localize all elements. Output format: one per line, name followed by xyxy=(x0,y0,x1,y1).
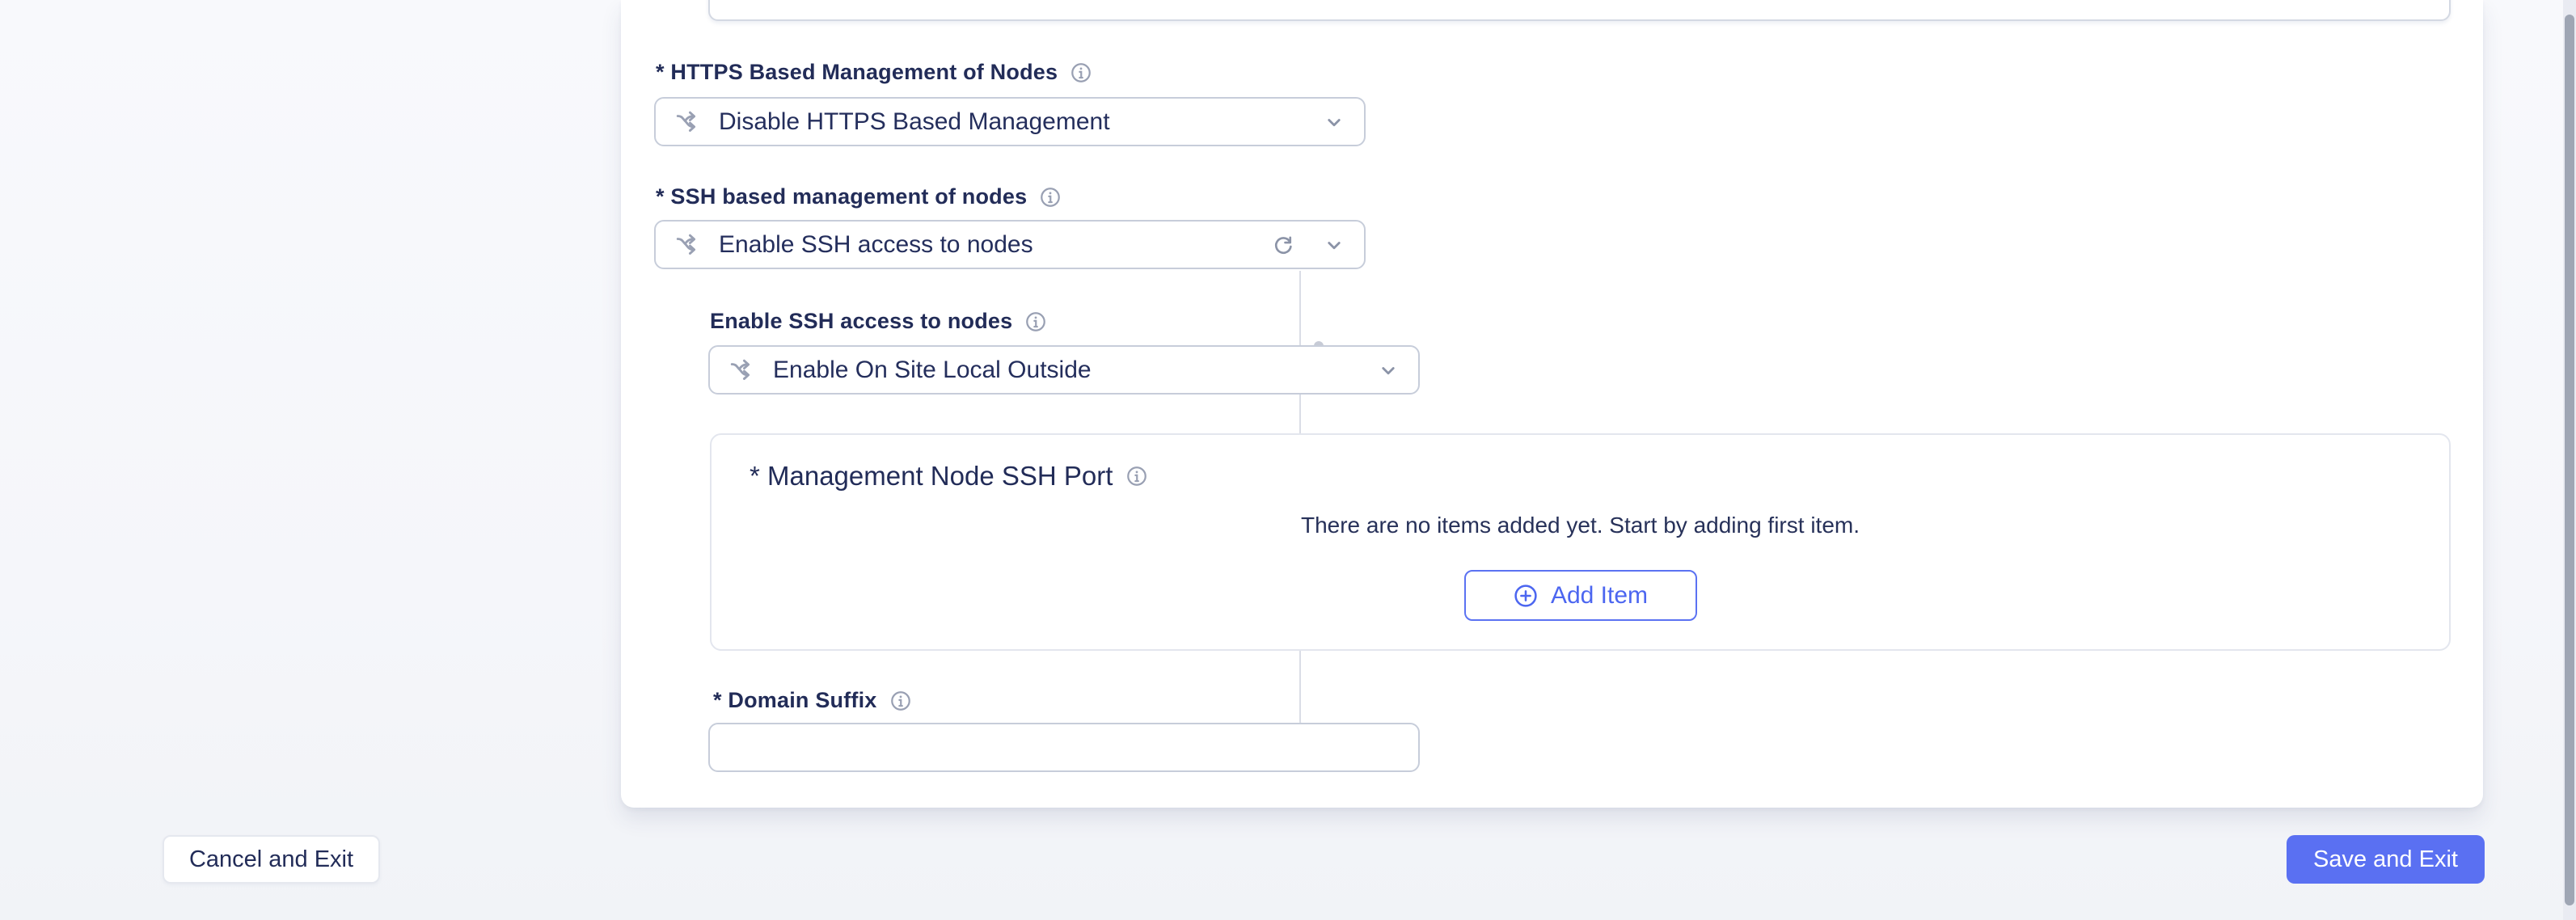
field-label: * Domain Suffix xyxy=(713,688,877,712)
clipped-field-above[interactable] xyxy=(708,0,2451,21)
info-icon[interactable] xyxy=(1125,465,1148,487)
chevron-down-icon xyxy=(1376,358,1400,382)
field-label: * SSH based management of nodes xyxy=(656,184,1028,209)
domain-suffix-input[interactable] xyxy=(708,723,1420,772)
info-icon[interactable] xyxy=(889,690,912,712)
info-icon[interactable] xyxy=(1070,61,1092,84)
domain-suffix-label-row: * Domain Suffix xyxy=(713,688,912,713)
ssh-management-select[interactable]: Enable SSH access to nodes xyxy=(654,220,1366,269)
empty-state-message: There are no items added yet. Start by a… xyxy=(1300,513,1860,538)
selected-option: Enable On Site Local Outside xyxy=(773,356,1092,383)
info-icon[interactable] xyxy=(1024,310,1047,333)
chevron-down-icon xyxy=(1322,233,1346,257)
field-label: Enable SSH access to nodes xyxy=(710,309,1013,333)
ssh-management-label-row: * SSH based management of nodes xyxy=(656,184,1062,209)
settings-page: * HTTPS Based Management of Nodes Disabl… xyxy=(0,0,2576,920)
form-card: * HTTPS Based Management of Nodes Disabl… xyxy=(621,0,2483,808)
add-item-button[interactable]: Add Item xyxy=(1463,570,1697,621)
branch-icon xyxy=(728,356,757,385)
branch-icon xyxy=(674,230,703,260)
ssh-access-label-row: Enable SSH access to nodes xyxy=(710,309,1047,334)
refresh-icon[interactable] xyxy=(1270,233,1294,257)
https-management-label-row: * HTTPS Based Management of Nodes xyxy=(656,60,1092,85)
plus-circle-icon xyxy=(1513,583,1539,609)
ssh-access-select[interactable]: Enable On Site Local Outside xyxy=(708,345,1420,395)
chevron-down-icon xyxy=(1322,110,1346,134)
add-item-label: Add Item xyxy=(1550,581,1649,609)
selected-option: Disable HTTPS Based Management xyxy=(719,108,1110,135)
save-and-exit-button[interactable]: Save and Exit xyxy=(2287,835,2485,884)
ssh-port-group: * Management Node SSH Port There are no … xyxy=(710,433,2451,651)
group-title: * Management Node SSH Port xyxy=(750,461,1113,491)
https-management-select[interactable]: Disable HTTPS Based Management xyxy=(654,97,1366,146)
field-label: * HTTPS Based Management of Nodes xyxy=(656,60,1058,84)
branch-icon xyxy=(674,108,703,137)
scrollbar-thumb[interactable] xyxy=(2565,15,2574,905)
selected-option: Enable SSH access to nodes xyxy=(719,230,1033,258)
group-title-row: * Management Node SSH Port xyxy=(750,461,1148,492)
cancel-and-exit-button[interactable]: Cancel and Exit xyxy=(163,835,380,884)
info-icon[interactable] xyxy=(1039,186,1062,209)
